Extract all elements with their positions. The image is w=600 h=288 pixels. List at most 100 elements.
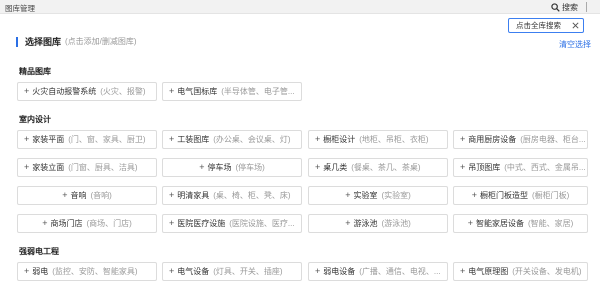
tile-desc: (餐桌、茶几、茶桌) xyxy=(351,163,421,172)
tile-desc: (厨房电器、柜台... xyxy=(520,135,586,144)
plus-icon: + xyxy=(199,162,205,172)
group-title-premium: 精品图库 xyxy=(19,67,51,76)
tile-name: 商用厨房设备 xyxy=(468,135,517,144)
plus-icon: + xyxy=(471,190,477,200)
library-tile[interactable]: + 明清家具 (桌、椅、柜、凳、床) xyxy=(162,186,302,205)
search-tooltip[interactable]: 点击全库搜索 xyxy=(508,18,584,33)
library-tile[interactable]: + 弱电设备 (广播、通信、电视、... xyxy=(308,262,448,281)
tile-name: 火灾自动报警系统 xyxy=(32,87,97,96)
plus-icon: + xyxy=(24,86,30,96)
tile-desc: (办公桌、会议桌、灯) xyxy=(213,135,291,144)
search-icon xyxy=(551,3,560,12)
plus-icon: + xyxy=(169,266,175,276)
plus-icon: + xyxy=(24,266,30,276)
library-tile[interactable]: + 智能家居设备 (智能、家居) xyxy=(453,214,588,233)
tile-name: 智能家居设备 xyxy=(475,219,524,228)
tile-name: 橱柜设计 xyxy=(323,135,356,144)
library-tile[interactable]: + 电气原理图 (开关设备、发电机) xyxy=(453,262,588,281)
library-tile[interactable]: + 商场门店 (商场、门店) xyxy=(17,214,157,233)
plus-icon: + xyxy=(315,162,321,172)
tile-name: 弱电设备 xyxy=(323,267,356,276)
clear-selection-link[interactable]: 清空选择 xyxy=(559,39,591,50)
library-tile[interactable]: + 停车场 (停车场) xyxy=(162,158,302,177)
library-tile[interactable]: + 电气国标库 (半导体管、电子管... xyxy=(162,82,302,101)
tile-desc: (广播、通信、电视、... xyxy=(359,267,441,276)
tile-desc: (门窗、厨具、洁具) xyxy=(68,163,138,172)
plus-icon: + xyxy=(24,134,30,144)
tile-name: 吊顶图库 xyxy=(468,163,501,172)
tile-desc: (桌、椅、柜、凳、床) xyxy=(213,191,291,200)
library-tile[interactable]: + 工装图库 (办公桌、会议桌、灯) xyxy=(162,130,302,149)
group-title-electrical: 强弱电工程 xyxy=(19,247,59,256)
plus-icon: + xyxy=(169,190,175,200)
plus-icon: + xyxy=(460,266,466,276)
library-tile[interactable]: + 吊顶图库 (中式、西式、金属吊... xyxy=(453,158,588,177)
tile-desc: (橱柜门板) xyxy=(531,191,570,200)
tile-desc: (监控、安防、智能家具) xyxy=(52,267,138,276)
tile-name: 明清家具 xyxy=(177,191,210,200)
search-label: 搜索 xyxy=(562,3,578,12)
tile-desc: (开关设备、发电机) xyxy=(512,267,582,276)
title-bar: 图库管理 搜索 xyxy=(0,0,600,14)
app-title: 图库管理 xyxy=(5,4,35,13)
section-hint: (点击添加/删减图库) xyxy=(65,37,137,46)
plus-icon: + xyxy=(42,218,48,228)
library-tile[interactable]: + 实验室 (实验室) xyxy=(308,186,448,205)
tooltip-text: 点击全库搜索 xyxy=(516,21,561,30)
plus-icon: + xyxy=(460,162,466,172)
library-tile[interactable]: + 游泳池 (游泳池) xyxy=(308,214,448,233)
library-tile[interactable]: + 商用厨房设备 (厨房电器、柜台... xyxy=(453,130,588,149)
tile-name: 工装图库 xyxy=(177,135,210,144)
group-title-interior: 室内设计 xyxy=(19,115,51,124)
tile-name: 实验室 xyxy=(353,191,378,200)
search-button[interactable]: 搜索 xyxy=(551,2,578,13)
plus-icon: + xyxy=(467,218,473,228)
tile-name: 医院医疗设施 xyxy=(177,219,226,228)
close-icon[interactable] xyxy=(571,21,580,30)
tile-desc: (商场、门店) xyxy=(86,219,132,228)
tile-desc: (中式、西式、金属吊... xyxy=(504,163,586,172)
plus-icon: + xyxy=(169,86,175,96)
library-tile[interactable]: + 橱柜门板造型 (橱柜门板) xyxy=(453,186,588,205)
section-header: 选择图库 (点击添加/删减图库) xyxy=(16,35,137,48)
tile-desc: (医院设施、医疗... xyxy=(229,219,295,228)
tile-name: 音响 xyxy=(70,191,87,200)
tile-name: 电气原理图 xyxy=(468,267,509,276)
plus-icon: + xyxy=(169,134,175,144)
tile-desc: (实验室) xyxy=(381,191,411,200)
library-tile[interactable]: + 弱电 (监控、安防、智能家具) xyxy=(17,262,157,281)
plus-icon: + xyxy=(345,218,351,228)
library-tile[interactable]: + 音响 (音响) xyxy=(17,186,157,205)
library-tile[interactable]: + 医院医疗设施 (医院设施、医疗... xyxy=(162,214,302,233)
tile-desc: (地柜、吊柜、衣柜) xyxy=(359,135,429,144)
tile-name: 商场门店 xyxy=(50,219,83,228)
plus-icon: + xyxy=(315,266,321,276)
tile-desc: (灯具、开关、插座) xyxy=(213,267,283,276)
tile-desc: (半导体管、电子管... xyxy=(221,87,295,96)
title-separator xyxy=(586,2,587,12)
plus-icon: + xyxy=(24,162,30,172)
tile-desc: (门、窗、家具、厨卫) xyxy=(68,135,146,144)
tile-desc: (游泳池) xyxy=(381,219,411,228)
tile-desc: (智能、家居) xyxy=(527,219,574,228)
tile-desc: (音响) xyxy=(90,191,112,200)
tile-name: 电气国标库 xyxy=(177,87,218,96)
plus-icon: + xyxy=(62,190,68,200)
library-tile[interactable]: + 家装立面 (门窗、厨具、洁具) xyxy=(17,158,157,177)
tile-name: 家装立面 xyxy=(32,163,65,172)
library-tile[interactable]: + 桌几类 (餐桌、茶几、茶桌) xyxy=(308,158,448,177)
tile-desc: (火灾、报警) xyxy=(100,87,146,96)
tile-desc: (停车场) xyxy=(235,163,265,172)
tile-name: 家装平面 xyxy=(32,135,65,144)
plus-icon: + xyxy=(345,190,351,200)
library-tile[interactable]: + 橱柜设计 (地柜、吊柜、衣柜) xyxy=(308,130,448,149)
tile-name: 停车场 xyxy=(207,163,232,172)
library-tile[interactable]: + 火灾自动报警系统 (火灾、报警) xyxy=(17,82,157,101)
library-tile[interactable]: + 电气设备 (灯具、开关、插座) xyxy=(162,262,302,281)
plus-icon: + xyxy=(315,134,321,144)
accent-bar xyxy=(16,36,18,47)
library-tile[interactable]: + 家装平面 (门、窗、家具、厨卫) xyxy=(17,130,157,149)
tile-name: 电气设备 xyxy=(177,267,210,276)
plus-icon: + xyxy=(169,218,175,228)
tile-name: 弱电 xyxy=(32,267,49,276)
